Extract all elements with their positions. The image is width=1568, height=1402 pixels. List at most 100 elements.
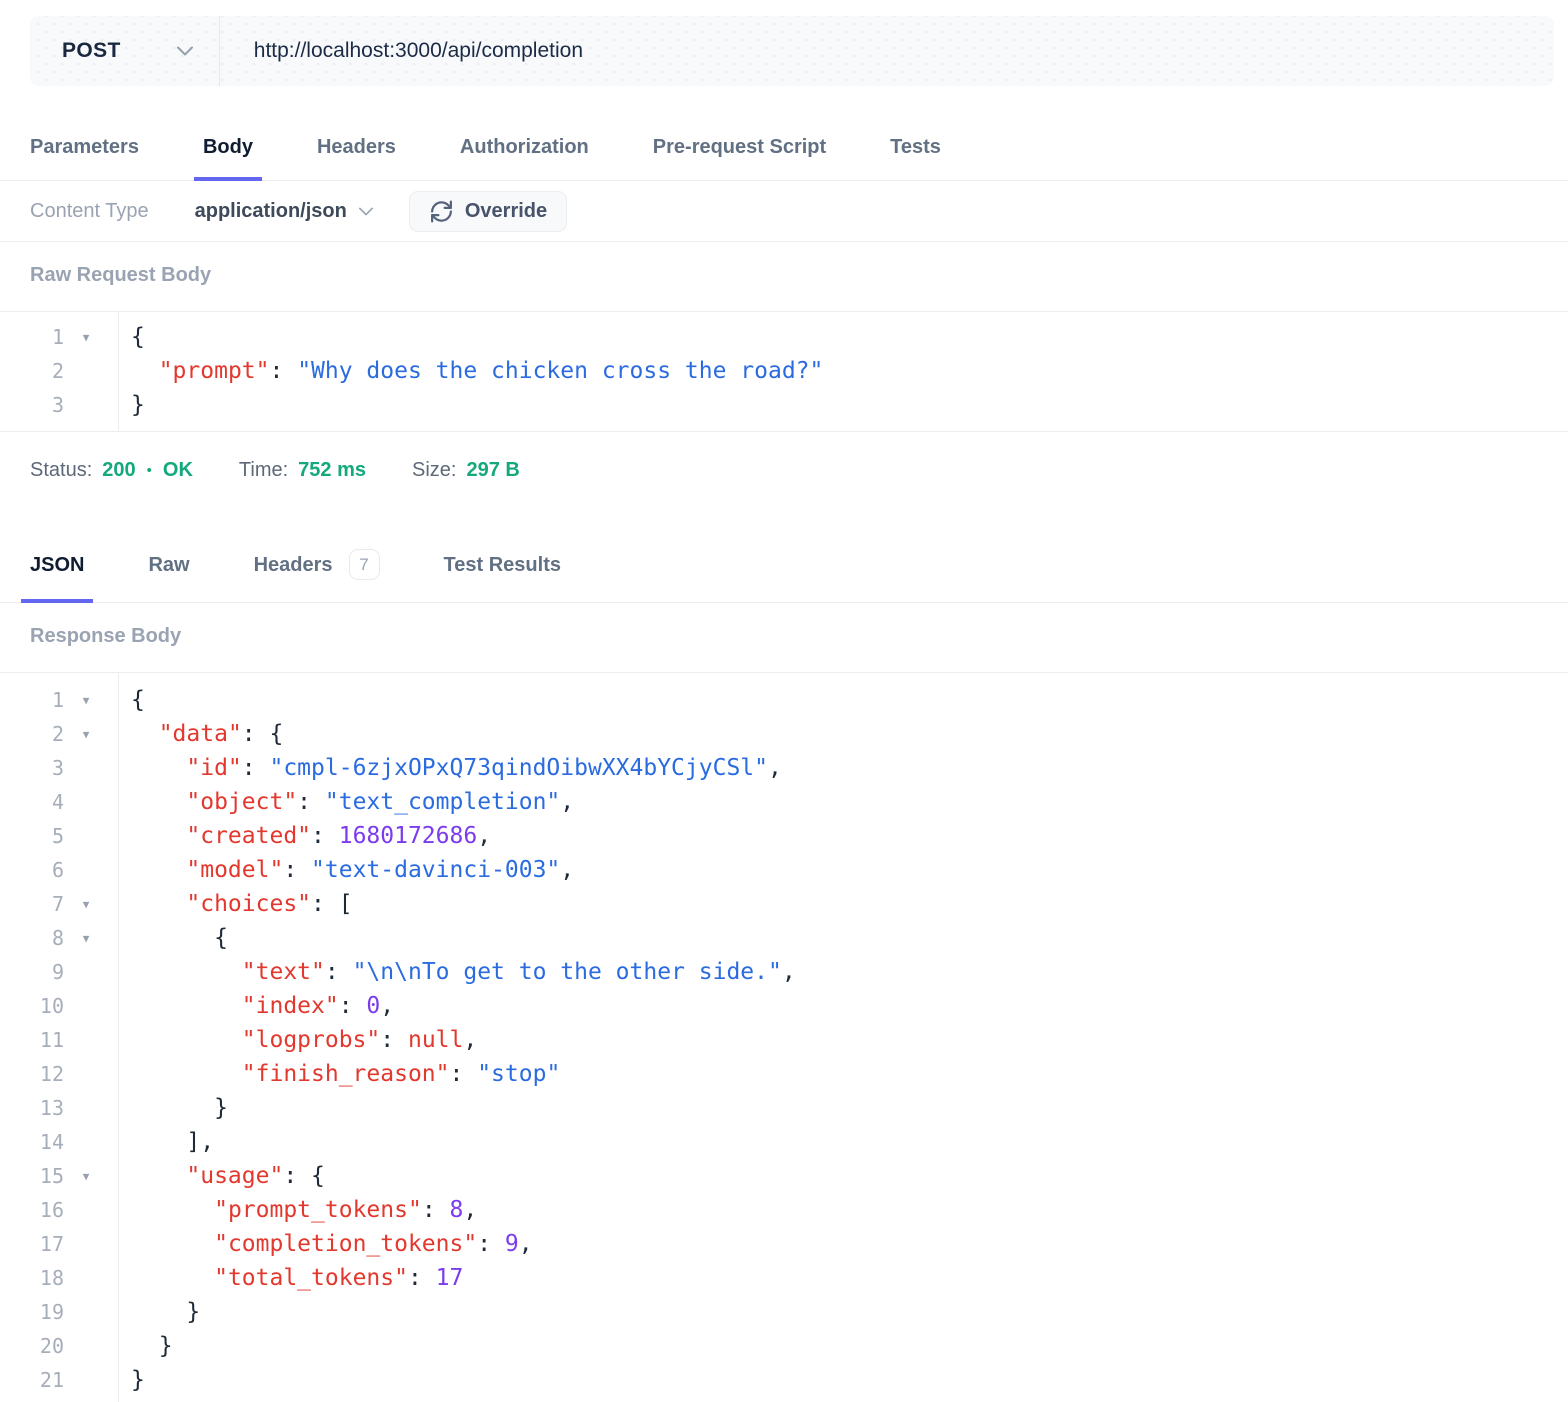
response-body-section-label: Response Body — [30, 625, 182, 647]
code-line: 16 "prompt_tokens": 8, — [0, 1193, 1568, 1227]
override-button[interactable]: Override — [408, 190, 568, 232]
code-text: { — [131, 324, 145, 350]
tab-headers[interactable]: Headers — [317, 86, 396, 180]
chevron-down-icon — [358, 207, 373, 215]
fold-toggle-icon[interactable]: ▼ — [64, 898, 108, 911]
code-line: 19 } — [0, 1295, 1568, 1329]
code-text: } — [158, 1333, 173, 1359]
size-group: Size: 297 B — [412, 459, 520, 482]
editor-gutter: 21 — [0, 1368, 118, 1392]
line-number: 8 — [51, 926, 64, 950]
tab-response-headers[interactable]: Headers 7 — [254, 503, 380, 602]
tab-body[interactable]: Body — [193, 86, 262, 181]
status-group: Status: 200 • OK — [30, 459, 193, 482]
fold-toggle-icon[interactable]: ▼ — [64, 694, 108, 707]
code-line: 10 "index": 0, — [0, 989, 1568, 1023]
headers-count-badge: 7 — [348, 549, 380, 580]
editor-gutter: 8 ▼ — [0, 926, 118, 950]
editor-gutter: 1 ▼ — [0, 325, 118, 349]
tab-label: Parameters — [30, 136, 139, 158]
fold-toggle-icon[interactable]: ▼ — [64, 331, 108, 344]
override-label: Override — [464, 199, 548, 222]
code-text: } — [186, 1299, 201, 1325]
line-number: 21 — [39, 1368, 64, 1392]
editor-gutter: 4 — [0, 790, 118, 814]
code-line: 2 ▼ "data": { — [0, 717, 1568, 751]
line-number: 1 — [51, 688, 64, 712]
editor-gutter: 11 — [0, 1028, 118, 1052]
line-number: 10 — [39, 994, 64, 1018]
content-type-dropdown[interactable]: application/json — [195, 200, 373, 223]
request-body-section-label: Raw Request Body — [30, 264, 212, 286]
tab-pre-request-script[interactable]: Pre-request Script — [653, 86, 826, 180]
line-number: 2 — [51, 722, 64, 746]
code-text: "finish_reason": "stop" — [241, 1061, 561, 1087]
editor-gutter: 14 — [0, 1130, 118, 1154]
tab-label: Authorization — [459, 136, 589, 158]
editor-gutter: 16 — [0, 1198, 118, 1222]
line-number: 3 — [51, 393, 64, 417]
request-bar-wrapper: POST http://localhost:3000/api/completio… — [0, 0, 1568, 86]
fold-toggle-icon[interactable]: ▼ — [64, 1170, 108, 1183]
content-type-row: Content Type application/json Override — [0, 181, 1568, 242]
code-line: 3 "id": "cmpl-6zjxOPxQ73qindOibwXX4bYCjy… — [0, 751, 1568, 785]
line-number: 17 — [39, 1232, 64, 1256]
content-type-label: Content Type — [30, 199, 149, 222]
content-type-value: application/json — [194, 199, 347, 222]
editor-gutter: 3 — [0, 393, 118, 417]
code-line: 5 "created": 1680172686, — [0, 819, 1568, 853]
line-number: 15 — [39, 1164, 64, 1188]
editor-gutter: 13 — [0, 1096, 118, 1120]
line-number: 16 — [39, 1198, 64, 1222]
code-line: 4 "object": "text_completion", — [0, 785, 1568, 819]
url-input[interactable]: http://localhost:3000/api/completion — [220, 16, 1554, 86]
line-number: 9 — [51, 960, 64, 984]
tab-label: Headers — [316, 136, 396, 158]
code-text: "index": 0, — [241, 993, 395, 1019]
status-dot: • — [146, 462, 152, 479]
status-label: Status: — [30, 459, 93, 481]
line-number: 19 — [39, 1300, 64, 1324]
editor-gutter: 1 ▼ — [0, 688, 118, 712]
editor-gutter: 6 — [0, 858, 118, 882]
method-selector[interactable]: POST — [30, 16, 219, 86]
code-line: 18 "total_tokens": 17 — [0, 1261, 1568, 1295]
code-line: 8 ▼ { — [0, 921, 1568, 955]
size-value: 297 B — [466, 459, 520, 481]
editor-gutter: 18 — [0, 1266, 118, 1290]
tab-json[interactable]: JSON — [20, 503, 95, 603]
code-line: 7 ▼ "choices": [ — [0, 887, 1568, 921]
tab-authorization[interactable]: Authorization — [460, 86, 589, 180]
tab-raw[interactable]: Raw — [148, 503, 189, 602]
code-text: "prompt": "Why does the chicken cross th… — [158, 358, 824, 384]
code-text: { — [131, 687, 145, 713]
line-number: 12 — [39, 1062, 64, 1086]
line-number: 18 — [39, 1266, 64, 1290]
chevron-down-icon — [176, 46, 193, 56]
response-tabs: JSON Raw Headers 7 Test Results — [0, 503, 1568, 603]
editor-gutter: 15 ▼ — [0, 1164, 118, 1188]
line-number: 1 — [51, 325, 64, 349]
fold-toggle-icon[interactable]: ▼ — [64, 932, 108, 945]
code-text: "completion_tokens": 9, — [214, 1231, 533, 1257]
code-text: "id": "cmpl-6zjxOPxQ73qindOibwXX4bYCjyCS… — [186, 755, 782, 781]
tab-tests[interactable]: Tests — [890, 86, 941, 180]
time-label: Time: — [238, 459, 289, 481]
request-body-editor[interactable]: 1 ▼ {2 "prompt": "Why does the chicken cro… — [0, 311, 1568, 432]
code-text: "total_tokens": 17 — [214, 1265, 464, 1291]
code-text: ], — [186, 1129, 215, 1155]
request-tabs: Parameters Body Headers Authorization Pr… — [0, 86, 1568, 181]
tab-parameters[interactable]: Parameters — [30, 86, 139, 180]
code-line: 9 "text": "\n\nTo get to the other side.… — [0, 955, 1568, 989]
response-body-editor[interactable]: 1 ▼{2 ▼ "data": {3 "id": "cmpl-6zjxOPxQ73q… — [0, 672, 1568, 1402]
tab-label: Body — [202, 136, 253, 158]
code-line: 11 "logprobs": null, — [0, 1023, 1568, 1057]
tab-label: Test Results — [443, 553, 561, 576]
fold-toggle-icon[interactable]: ▼ — [64, 728, 108, 741]
line-number: 13 — [39, 1096, 64, 1120]
tab-test-results[interactable]: Test Results — [444, 503, 561, 602]
code-text: "logprobs": null, — [241, 1027, 478, 1053]
line-number: 6 — [51, 858, 64, 882]
code-text: "text": "\n\nTo get to the other side.", — [241, 959, 796, 985]
line-number: 14 — [39, 1130, 64, 1154]
